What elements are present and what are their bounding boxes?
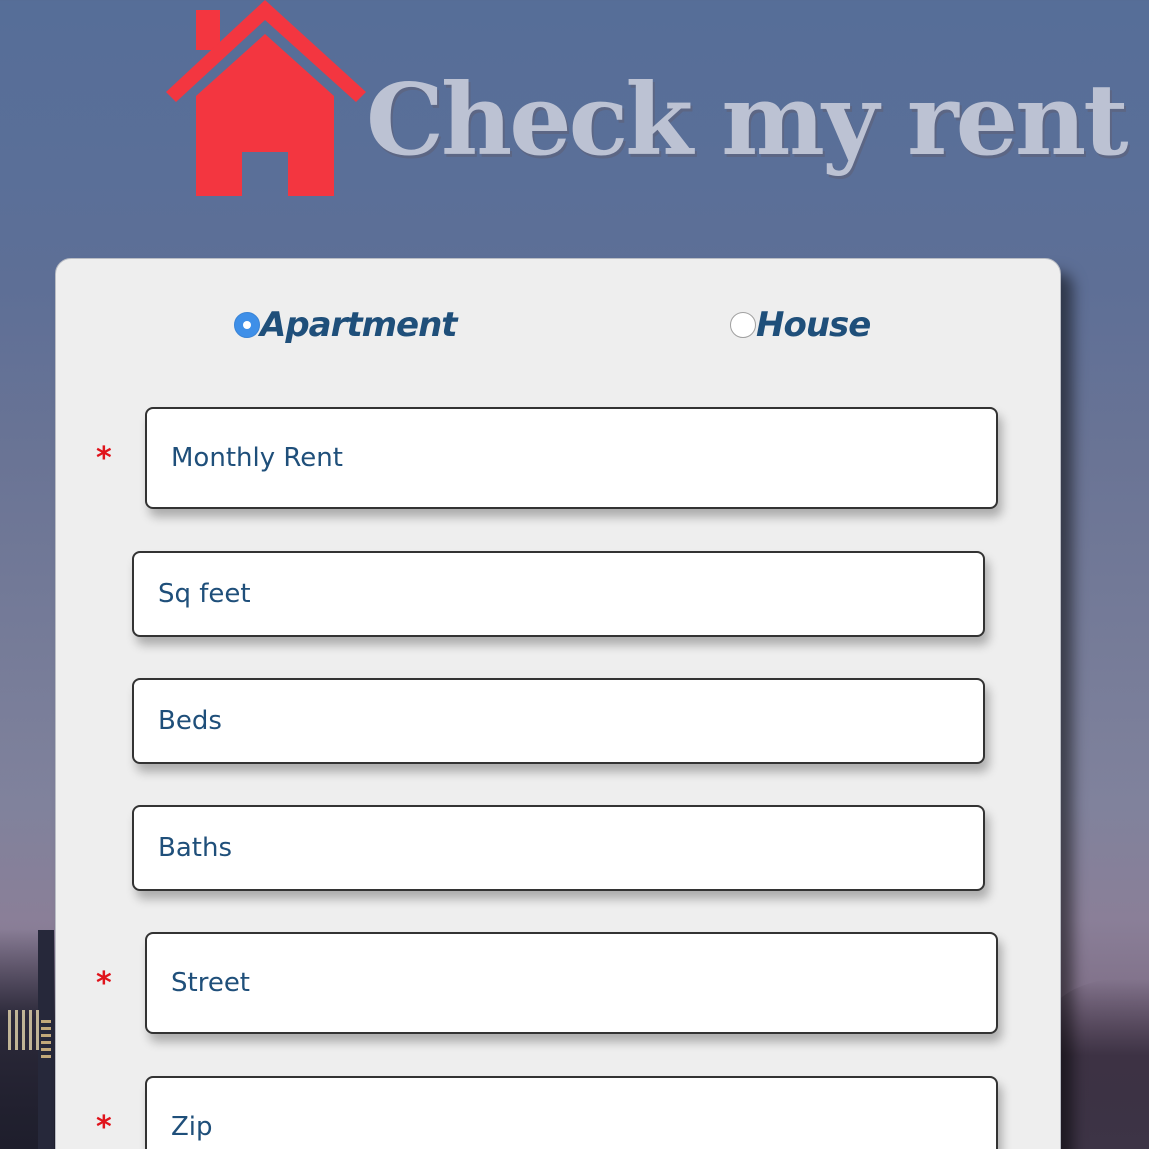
- skyscraper: [38, 930, 54, 1149]
- required-marker: *: [96, 966, 112, 1001]
- radio-apartment-label: Apartment: [260, 305, 458, 345]
- monthly-rent-input[interactable]: [145, 407, 998, 509]
- baths-input[interactable]: [132, 805, 985, 891]
- radio-house-dot[interactable]: [730, 312, 756, 338]
- required-marker: *: [96, 1110, 112, 1145]
- zip-input[interactable]: [145, 1076, 998, 1149]
- page-title: Check my rent: [366, 63, 1129, 178]
- radio-house-label: House: [756, 305, 871, 345]
- required-marker: *: [96, 441, 112, 476]
- sq-feet-input[interactable]: [132, 551, 985, 637]
- beds-input[interactable]: [132, 678, 985, 764]
- radio-apartment[interactable]: Apartment: [234, 305, 458, 345]
- building-lights: [8, 1010, 40, 1050]
- house-icon: [166, 0, 366, 196]
- radio-house[interactable]: House: [730, 305, 871, 345]
- radio-apartment-dot[interactable]: [234, 312, 260, 338]
- rent-form-card: Apartment House * * *: [55, 258, 1061, 1149]
- street-input[interactable]: [145, 932, 998, 1034]
